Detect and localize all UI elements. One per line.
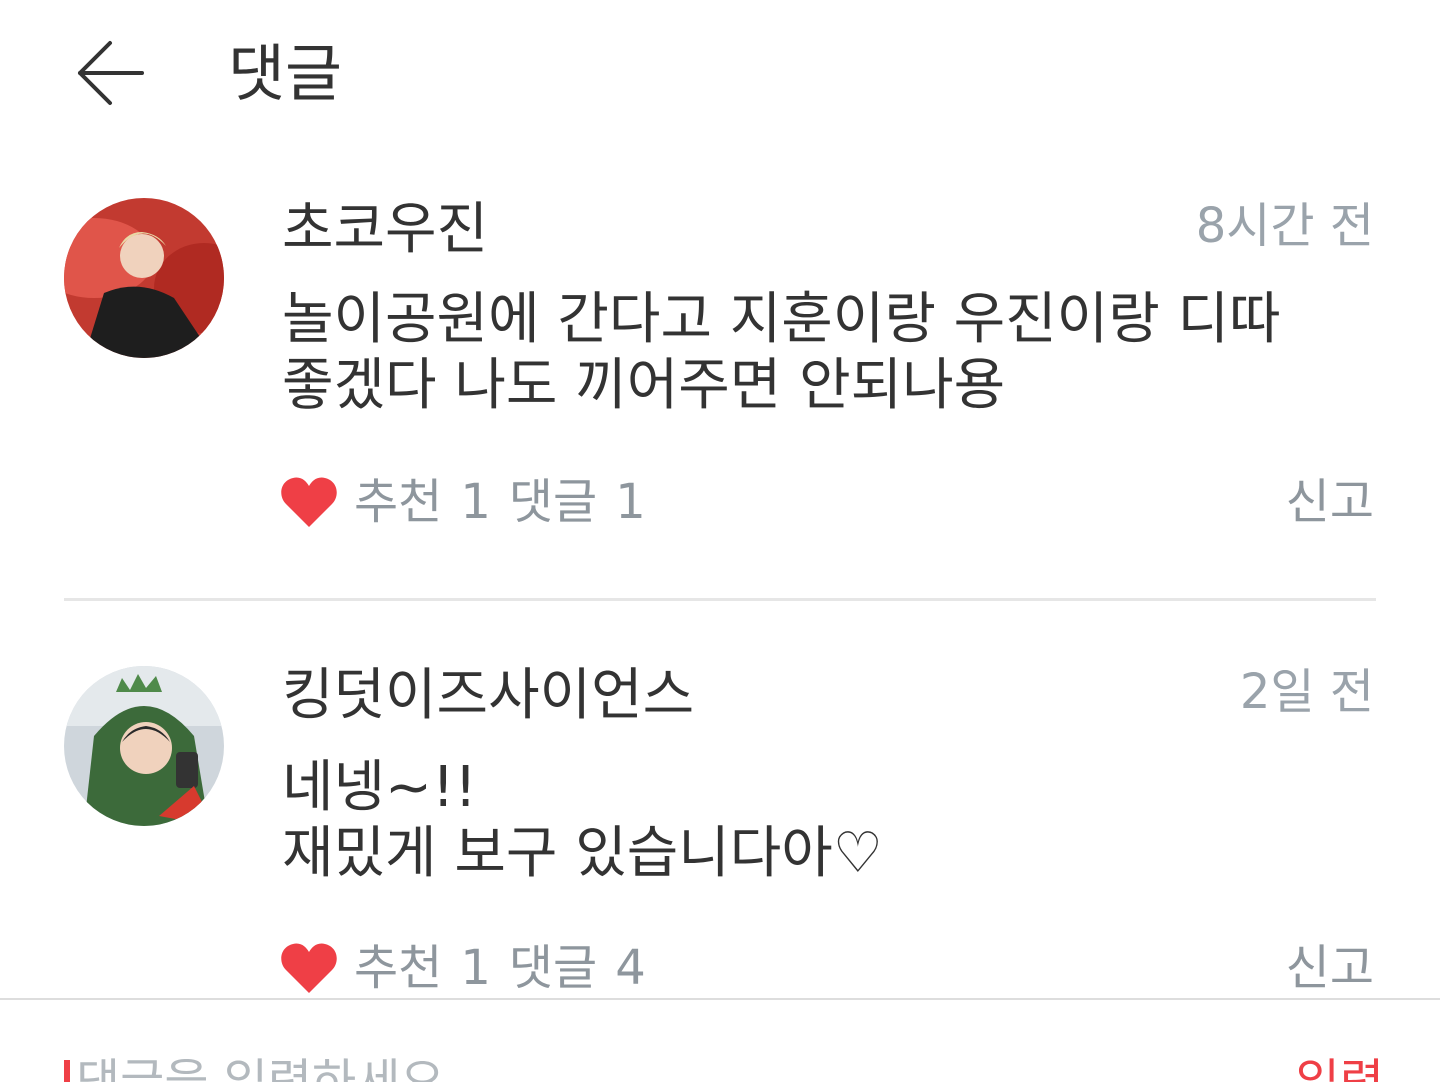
comment-actions: 추천 1 댓글 1 [280, 470, 664, 534]
comment-body-line: 좋겠다 나도 끼어주면 안되나용 [282, 353, 1006, 418]
likes-count: 1 [460, 474, 491, 530]
comment-body-line: 놀이공원에 간다고 지훈이랑 우진이랑 디따 [282, 287, 1281, 352]
comment-actions: 추천 1 댓글 4 [280, 936, 664, 1000]
heart-icon[interactable] [280, 941, 338, 995]
comment-input[interactable] [70, 1052, 1182, 1082]
submit-button[interactable]: 입력 [1296, 1052, 1384, 1082]
likes-label: 추천 [354, 940, 443, 996]
comment-composer: 입력 [0, 998, 1440, 1082]
arrow-left-icon [78, 41, 144, 105]
report-button[interactable]: 신고 [1286, 938, 1374, 998]
header: 댓글 [0, 0, 1440, 150]
likes-label: 추천 [354, 474, 443, 530]
replies-count[interactable]: 1 [615, 472, 646, 532]
likes-count: 1 [460, 940, 491, 996]
comment-body-line: 재밌게 보구 있습니다아♡ [282, 821, 884, 886]
comment-timestamp: 8시간 전 [1195, 198, 1374, 254]
comment-author[interactable]: 킹덧이즈사이언스 [282, 664, 694, 728]
avatar[interactable] [64, 198, 224, 358]
divider [64, 598, 1376, 601]
replies-button[interactable]: 댓글 [509, 938, 597, 998]
comment-timestamp: 2일 전 [1239, 664, 1374, 720]
replies-count[interactable]: 4 [615, 938, 646, 998]
avatar[interactable] [64, 666, 224, 826]
comment-body-line: 네넹~!! [282, 755, 477, 820]
replies-button[interactable]: 댓글 [509, 472, 597, 532]
report-button[interactable]: 신고 [1286, 472, 1374, 532]
page-title: 댓글 [228, 37, 343, 110]
comment-author[interactable]: 초코우진 [282, 198, 488, 262]
back-button[interactable] [70, 36, 150, 112]
heart-icon[interactable] [280, 475, 338, 529]
